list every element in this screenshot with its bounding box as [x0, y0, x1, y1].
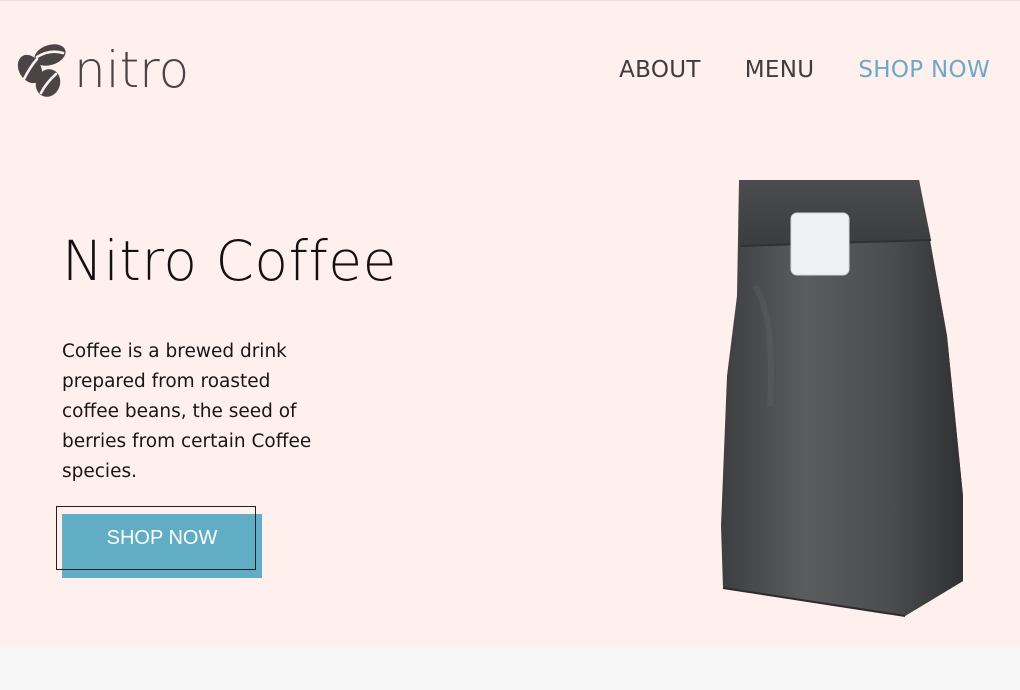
coffee-bag-image — [721, 180, 963, 617]
nav-shop-now[interactable]: SHOP NOW — [858, 57, 990, 83]
nav-menu[interactable]: MENU — [745, 57, 815, 83]
coffee-beans-icon — [17, 44, 66, 97]
brand-logo[interactable]: nitro — [16, 41, 189, 99]
hero-section: nitro ABOUT MENU SHOP NOW Nitro Coffee C… — [0, 0, 1020, 646]
shop-now-button[interactable]: SHOP NOW — [56, 506, 262, 578]
shop-now-button-label[interactable]: SHOP NOW — [62, 514, 262, 562]
nav-about[interactable]: ABOUT — [619, 57, 701, 83]
hero-description: Coffee is a brewed drink prepared from r… — [62, 341, 312, 482]
main-nav: ABOUT MENU SHOP NOW — [619, 57, 990, 83]
lower-band — [0, 646, 1020, 690]
brand-name: nitro — [74, 41, 190, 99]
hero-title: Nitro Coffee — [62, 229, 397, 293]
